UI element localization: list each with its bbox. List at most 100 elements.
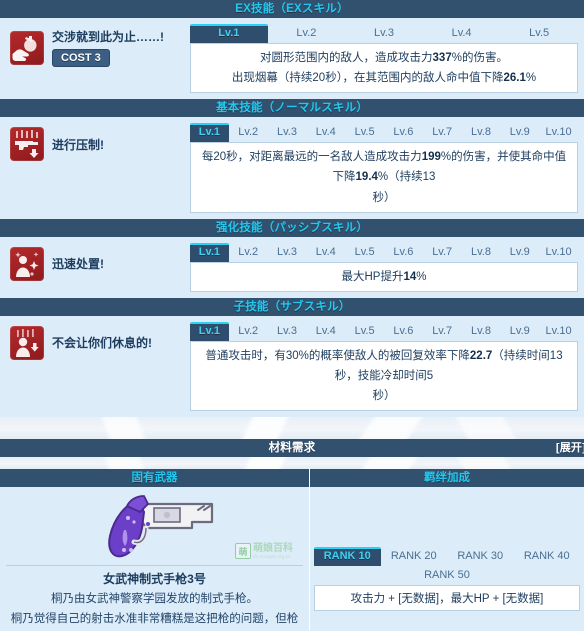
- level-tab-1[interactable]: Lv.1: [190, 123, 229, 143]
- skill-description-ex: 对圆形范围内的敌人，造成攻击力337%的伤害。 出现烟幕（持续20秒），在其范围…: [190, 43, 578, 94]
- watermark-text-group: 萌娘百科 zh.moegirl.org.cn: [253, 542, 293, 559]
- skill-identity-sub: 不会让你们休息的!: [10, 322, 190, 360]
- cost-badge: COST 3: [52, 49, 110, 67]
- level-tab-10[interactable]: Lv.10: [539, 243, 578, 262]
- skill-text-sub: 不会让你们休息的!: [52, 334, 152, 351]
- level-tab-10[interactable]: Lv.10: [539, 322, 578, 341]
- level-tab-3[interactable]: Lv.3: [268, 243, 307, 262]
- section-header-ex-skill: EX技能（EXスキル）: [0, 0, 584, 18]
- level-tab-8[interactable]: Lv.8: [462, 123, 501, 142]
- level-tab-7[interactable]: Lv.7: [423, 322, 462, 341]
- skill-name: 交涉就到此为止……!: [52, 30, 164, 44]
- level-tab-7[interactable]: Lv.7: [423, 243, 462, 262]
- weapon-description: 桐乃由女武神警察学园发放的制式手枪。 桐乃觉得自己的射击水准非常糟糕是这把枪的问…: [0, 589, 309, 631]
- level-tab-5[interactable]: Lv.5: [345, 123, 384, 142]
- skill-detail-sub: Lv.1 Lv.2 Lv.3 Lv.4 Lv.5 Lv.6 Lv.7 Lv.8 …: [190, 321, 578, 412]
- revolver-icon: [107, 495, 213, 558]
- skill-name: 不会让你们休息的!: [52, 336, 152, 351]
- level-tab-10[interactable]: Lv.10: [539, 123, 578, 142]
- skill-detail-passive: Lv.1 Lv.2 Lv.3 Lv.4 Lv.5 Lv.6 Lv.7 Lv.8 …: [190, 242, 578, 292]
- level-tab-8[interactable]: Lv.8: [462, 243, 501, 262]
- desc-line-1: 每20秒，对距离最远的一名敌人造成攻击力199%的伤害，并使其命中值下降19.4…: [201, 151, 567, 184]
- level-tab-1[interactable]: Lv.1: [190, 242, 229, 262]
- skill-description-normal: 每20秒，对距离最远的一名敌人造成攻击力199%的伤害，并使其命中值下降19.4…: [190, 142, 578, 213]
- level-tab-8[interactable]: Lv.8: [462, 322, 501, 341]
- level-tab-2[interactable]: Lv.2: [268, 24, 346, 43]
- skill-text-passive: 迅速处置!: [52, 255, 104, 272]
- level-tab-6[interactable]: Lv.6: [384, 123, 423, 142]
- bond-rank-tab-50[interactable]: RANK 50: [314, 566, 580, 585]
- skill-identity-normal: 进行压制!: [10, 123, 190, 162]
- section-header-passive-skill: 强化技能（パッシブスキル）: [0, 218, 584, 237]
- skill-row-sub: 不会让你们休息的! Lv.1 Lv.2 Lv.3 Lv.4 Lv.5 Lv.6 …: [0, 315, 584, 418]
- desc-line-1: 普通攻击时，有30%的概率使敌人的被回复效率下降22.7（持续时间13秒，技能冷…: [205, 349, 563, 382]
- bond-stat-box: 攻击力 + [无数据]，最大HP + [无数据]: [314, 585, 580, 612]
- bond-rank-tab-30[interactable]: RANK 30: [447, 547, 514, 566]
- section-header-label: 子技能（サブスキル）: [233, 300, 351, 313]
- skill-detail-normal: Lv.1 Lv.2 Lv.3 Lv.4 Lv.5 Lv.6 Lv.7 Lv.8 …: [190, 123, 578, 213]
- character-skill-page: EX技能（EXスキル） 交涉就到此为止……! COST 3 Lv.1 Lv.2 …: [0, 0, 584, 631]
- skill-description-passive: 最大HP提升14%: [190, 261, 578, 292]
- weapon-name: 女武神制式手枪3号: [103, 572, 206, 587]
- weapon-artwork: 萌 萌娘百科 zh.moegirl.org.cn: [0, 487, 309, 565]
- level-tab-1[interactable]: Lv.1: [190, 24, 268, 43]
- level-tab-2[interactable]: Lv.2: [229, 322, 268, 341]
- bond-rank-tabs: RANK 10 RANK 20 RANK 30 RANK 40 RANK 50: [310, 547, 584, 585]
- skill-identity-passive: 迅速处置!: [10, 243, 190, 281]
- level-tab-4[interactable]: Lv.4: [423, 24, 501, 43]
- desc-line-1: 最大HP提升14%: [341, 270, 427, 283]
- skill-row-ex: 交涉就到此为止……! COST 3 Lv.1 Lv.2 Lv.3 Lv.4 Lv…: [0, 18, 584, 100]
- skill-row-normal: 进行压制! Lv.1 Lv.2 Lv.3 Lv.4 Lv.5 Lv.6 Lv.7…: [0, 117, 584, 219]
- weapon-desc-line-1: 桐乃由女武神警察学园发放的制式手枪。: [51, 593, 258, 606]
- level-tab-7[interactable]: Lv.7: [423, 123, 462, 142]
- level-tab-5[interactable]: Lv.5: [500, 24, 578, 43]
- level-tab-4[interactable]: Lv.4: [306, 123, 345, 142]
- skill-detail-ex: Lv.1 Lv.2 Lv.3 Lv.4 Lv.5 对圆形范围内的敌人，造成攻击力…: [190, 24, 578, 94]
- level-tab-5[interactable]: Lv.5: [345, 243, 384, 262]
- section-header-label: 材料需求: [268, 442, 316, 455]
- level-tab-6[interactable]: Lv.6: [384, 243, 423, 262]
- level-tab-5[interactable]: Lv.5: [345, 322, 384, 341]
- level-tab-3[interactable]: Lv.3: [345, 24, 423, 43]
- section-header-material: 材料需求 [展开]: [0, 439, 584, 458]
- bond-rank-tab-40[interactable]: RANK 40: [514, 547, 581, 566]
- watermark-mark: 萌: [235, 543, 251, 560]
- sparkle-person-icon: [10, 246, 44, 281]
- section-header-normal-skill: 基本技能（ノーマルスキル）: [0, 99, 584, 118]
- level-tab-9[interactable]: Lv.9: [500, 243, 539, 262]
- bond-rank-tab-10[interactable]: RANK 10: [314, 547, 381, 567]
- level-tabs-passive: Lv.1 Lv.2 Lv.3 Lv.4 Lv.5 Lv.6 Lv.7 Lv.8 …: [190, 242, 578, 262]
- bond-rank-tab-20[interactable]: RANK 20: [381, 547, 448, 566]
- pistol-down-icon: [10, 127, 44, 162]
- desc-line-2: 出现烟幕（持续20秒），在其范围内的敌人命中值下降26.1%: [231, 72, 537, 85]
- level-tab-4[interactable]: Lv.4: [306, 322, 345, 341]
- skill-name: 进行压制!: [52, 137, 104, 152]
- level-tabs-ex: Lv.1 Lv.2 Lv.3 Lv.4 Lv.5: [190, 24, 578, 43]
- panel-header-label: 羁绊加成: [424, 472, 470, 485]
- bottom-columns: 固有武器 萌 萌娘百科 zh.moegirl.org.cn 女武神制式手枪3号 …: [0, 469, 584, 631]
- level-tabs-normal: Lv.1 Lv.2 Lv.3 Lv.4 Lv.5 Lv.6 Lv.7 Lv.8 …: [190, 123, 578, 143]
- level-tab-3[interactable]: Lv.3: [268, 322, 307, 341]
- section-header-sub-skill: 子技能（サブスキル）: [0, 297, 584, 316]
- watermark-text: 萌娘百科: [253, 542, 293, 554]
- level-tab-3[interactable]: Lv.3: [268, 123, 307, 142]
- level-tab-1[interactable]: Lv.1: [190, 321, 229, 341]
- bond-spacer-top: [310, 487, 584, 547]
- level-tab-2[interactable]: Lv.2: [229, 123, 268, 142]
- site-watermark: 萌 萌娘百科 zh.moegirl.org.cn: [235, 539, 301, 563]
- level-tab-9[interactable]: Lv.9: [500, 322, 539, 341]
- weapon-desc-line-2: 桐乃觉得自己的射击水准非常糟糕是这把枪的问题，但枪并没有什: [10, 613, 299, 626]
- person-down-arrow-icon: [10, 325, 44, 360]
- skill-row-passive: 迅速处置! Lv.1 Lv.2 Lv.3 Lv.4 Lv.5 Lv.6 Lv.7…: [0, 236, 584, 298]
- desc-line-2: 秒）: [372, 390, 396, 402]
- skill-description-sub: 普通攻击时，有30%的概率使敌人的被回复效率下降22.7（持续时间13秒，技能冷…: [190, 340, 578, 412]
- watermark-url: zh.moegirl.org.cn: [253, 553, 291, 559]
- desc-line-2: 秒）: [372, 191, 396, 204]
- expand-link[interactable]: [展开]: [556, 439, 584, 457]
- level-tab-2[interactable]: Lv.2: [229, 243, 268, 262]
- level-tab-4[interactable]: Lv.4: [306, 243, 345, 262]
- level-tabs-sub: Lv.1 Lv.2 Lv.3 Lv.4 Lv.5 Lv.6 Lv.7 Lv.8 …: [190, 321, 578, 341]
- level-tab-9[interactable]: Lv.9: [500, 123, 539, 142]
- level-tab-6[interactable]: Lv.6: [384, 322, 423, 341]
- desc-line-1: 对圆形范围内的敌人，造成攻击力337%的伤害。: [260, 52, 508, 64]
